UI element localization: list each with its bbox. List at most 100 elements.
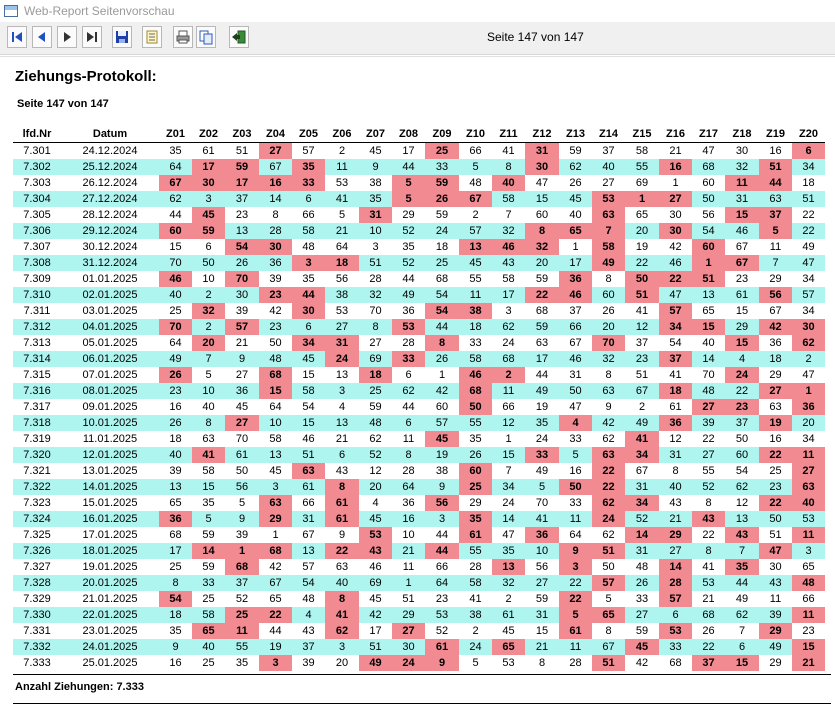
cell-number: 59: [525, 591, 559, 607]
cell-nr: 7.310: [13, 287, 61, 303]
first-page-button[interactable]: [7, 26, 27, 48]
cell-number: 59: [525, 319, 559, 335]
cell-number: 18: [159, 607, 192, 623]
prev-page-button[interactable]: [32, 26, 52, 48]
cell-number: 41: [492, 142, 525, 159]
cell-number: 33: [659, 639, 692, 655]
cell-nr: 7.309: [13, 271, 61, 287]
cell-number: 69: [359, 351, 392, 367]
page-setup-button[interactable]: [142, 26, 162, 48]
cell-number: 41: [659, 367, 692, 383]
save-button[interactable]: [112, 26, 132, 48]
cell-date: 23.01.2025: [61, 623, 159, 639]
cell-number: 66: [559, 319, 592, 335]
cell-number: 67: [592, 639, 625, 655]
cell-number: 16: [559, 463, 592, 479]
cell-number: 46: [292, 431, 325, 447]
cell-number: 20: [192, 335, 225, 351]
table-row: 7.314 06.01.2025 49 7 9 48 45 24 69 33 26 58 68 17 46 3…: [13, 351, 825, 367]
cell-number: 36: [659, 415, 692, 431]
cell-number: 15: [525, 191, 559, 207]
cell-number: 25: [459, 479, 492, 495]
cell-number: 41: [459, 591, 492, 607]
cell-number: 42: [759, 319, 792, 335]
cell-number: 3: [292, 255, 325, 271]
cell-number: 2: [492, 367, 525, 383]
cell-number: 36: [792, 399, 825, 415]
cell-number: 68: [659, 655, 692, 671]
cell-nr: 7.312: [13, 319, 61, 335]
last-page-button[interactable]: [82, 26, 102, 48]
cell-nr: 7.308: [13, 255, 61, 271]
cell-number: 30: [659, 207, 692, 223]
cell-number: 62: [592, 495, 625, 511]
cell-number: 34: [792, 159, 825, 175]
cell-number: 34: [659, 319, 692, 335]
cell-number: 44: [525, 367, 559, 383]
cell-number: 31: [325, 335, 359, 351]
cell-number: 49: [359, 655, 392, 671]
table-row: 7.328 20.01.2025 8 33 37 67 54 40 69 1 64 58 32 27 22 5…: [13, 575, 825, 591]
cell-number: 43: [759, 575, 792, 591]
table-row: 7.303 26.12.2024 67 30 17 16 33 53 38 5 59 48 40 47 26…: [13, 175, 825, 191]
next-page-button[interactable]: [57, 26, 77, 48]
cell-number: 3: [259, 479, 292, 495]
cell-number: 60: [425, 399, 459, 415]
table-row: 7.332 24.01.2025 9 40 55 19 37 3 51 30 61 24 65 21 11 6…: [13, 639, 825, 655]
cell-number: 22: [525, 287, 559, 303]
cell-number: 8: [425, 335, 459, 351]
print-button[interactable]: [173, 26, 193, 48]
cell-number: 24: [725, 367, 759, 383]
table-row: 7.319 11.01.2025 18 63 70 58 46 21 62 11 45 35 1 24 33…: [13, 431, 825, 447]
save-icon: [116, 31, 128, 43]
cell-number: 68: [225, 559, 259, 575]
cell-number: 45: [359, 511, 392, 527]
cell-number: 11: [559, 511, 592, 527]
cell-date: 01.01.2025: [61, 271, 159, 287]
cell-number: 59: [425, 175, 459, 191]
cell-number: 10: [525, 543, 559, 559]
cell-number: 47: [792, 255, 825, 271]
cell-number: 14: [192, 543, 225, 559]
cell-number: 61: [559, 623, 592, 639]
cell-number: 33: [559, 495, 592, 511]
cell-number: 66: [425, 559, 459, 575]
cell-number: 44: [259, 623, 292, 639]
cell-number: 39: [225, 303, 259, 319]
cell-number: 6: [659, 607, 692, 623]
cell-number: 3: [192, 191, 225, 207]
cell-nr: 7.332: [13, 639, 61, 655]
exit-button[interactable]: [229, 26, 249, 48]
cell-number: 14: [625, 527, 659, 543]
cell-number: 31: [625, 479, 659, 495]
cell-number: 69: [625, 175, 659, 191]
cell-number: 40: [192, 399, 225, 415]
cell-number: 35: [192, 495, 225, 511]
cell-number: 1: [559, 239, 592, 255]
cell-number: 66: [792, 591, 825, 607]
table-row: 7.324 16.01.2025 36 5 9 29 31 61 45 16 3 35 14 41 11 24…: [13, 511, 825, 527]
cell-date: 16.01.2025: [61, 511, 159, 527]
cell-number: 8: [525, 655, 559, 671]
cell-number: 18: [359, 367, 392, 383]
cell-nr: 7.315: [13, 367, 61, 383]
cell-number: 40: [592, 159, 625, 175]
cell-number: 12: [725, 495, 759, 511]
footer-divider: [13, 674, 831, 675]
cell-number: 13: [159, 479, 192, 495]
cell-number: 17: [392, 142, 425, 159]
copy-button[interactable]: [196, 26, 216, 48]
cell-nr: 7.325: [13, 527, 61, 543]
column-header-z13: Z13: [559, 125, 592, 143]
cell-number: 51: [359, 255, 392, 271]
cell-number: 34: [492, 479, 525, 495]
table-row: 7.321 13.01.2025 39 58 50 45 63 43 12 28 38 60 7 49 16…: [13, 463, 825, 479]
cell-number: 11: [792, 607, 825, 623]
cell-number: 8: [192, 415, 225, 431]
cell-number: 63: [759, 191, 792, 207]
cell-nr: 7.321: [13, 463, 61, 479]
cell-number: 65: [592, 607, 625, 623]
cell-number: 47: [659, 287, 692, 303]
cell-number: 11: [392, 431, 425, 447]
cell-number: 67: [259, 575, 292, 591]
